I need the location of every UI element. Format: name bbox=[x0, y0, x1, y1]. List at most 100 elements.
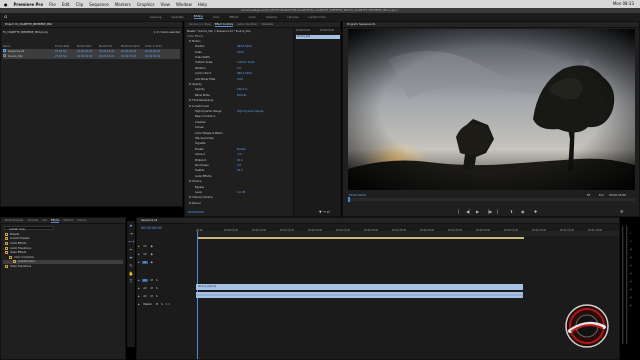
col-media-start[interactable]: Media Start bbox=[77, 45, 99, 48]
lock-icon[interactable]: 🔒︎ bbox=[138, 287, 139, 290]
mark-in-button[interactable]: ▕ bbox=[456, 209, 459, 214]
effect-row[interactable]: Basic Correction bbox=[187, 115, 290, 120]
effect-row[interactable]: fx Time Remapping bbox=[187, 98, 290, 103]
menubar-clock[interactable]: Mon 08:33 bbox=[613, 1, 634, 6]
solo-icon[interactable]: S bbox=[161, 303, 163, 306]
effect-row[interactable]: fx Volume bbox=[187, 179, 290, 184]
workspace-effects[interactable]: Effects bbox=[230, 16, 239, 19]
tab-effects[interactable]: Effects bbox=[50, 219, 60, 223]
effect-row[interactable]: Feather 50,0 bbox=[187, 169, 290, 174]
effect-row[interactable]: Bypass bbox=[187, 185, 290, 190]
video-clip[interactable]: Source_Clip [V] bbox=[196, 284, 523, 290]
workspace-color[interactable]: Color bbox=[213, 16, 220, 19]
mark-out-button[interactable]: ▏ bbox=[497, 209, 500, 214]
effect-row[interactable]: fx Opacity bbox=[187, 82, 290, 87]
effect-row-value[interactable]: Normal bbox=[237, 94, 246, 97]
tab-media-browser[interactable]: Media Browser bbox=[5, 219, 23, 222]
table-row[interactable]: Sequence 01 25,00 fps 00:00:00:00 00:00:… bbox=[3, 49, 180, 54]
track-header[interactable]: 🔒︎ V3 ◉ bbox=[138, 242, 196, 250]
effect-row-value[interactable]: 0,0 bbox=[237, 164, 241, 167]
track-header[interactable]: 🔒︎ Master M S 0,0 bbox=[138, 300, 196, 308]
track-name[interactable]: A1 bbox=[142, 278, 148, 282]
mini-clip[interactable]: Source_Clip bbox=[296, 35, 340, 39]
table-row[interactable]: Source_Clip 25,00 fps 00:00:00:00 00:00:… bbox=[3, 54, 180, 59]
effect-row[interactable]: fx Motion bbox=[187, 39, 290, 44]
lock-icon[interactable]: 🔒︎ bbox=[138, 279, 139, 282]
lock-icon[interactable]: 🔒︎ bbox=[138, 245, 139, 248]
track-select-tool-icon[interactable]: ⇥ bbox=[129, 231, 134, 236]
settings-wrench-icon[interactable]: ⚙ bbox=[620, 209, 624, 214]
tab-audio-clip-mixer[interactable]: Audio Clip Mixer bbox=[237, 23, 257, 26]
ripple-edit-tool-icon[interactable]: ⟷ bbox=[129, 239, 135, 244]
effect-controls-timecode[interactable]: 00:00:00:00 bbox=[188, 211, 204, 214]
track-header[interactable]: 🔒︎ A3 M S bbox=[138, 292, 196, 300]
effect-row[interactable]: Curves bbox=[187, 125, 290, 130]
program-video-frame[interactable] bbox=[348, 29, 635, 190]
track-name[interactable]: V2 bbox=[142, 253, 147, 256]
menu-view[interactable]: View bbox=[160, 2, 170, 7]
menu-edit[interactable]: Edit bbox=[62, 2, 70, 7]
workspace-learning[interactable]: Learning bbox=[150, 16, 161, 19]
effect-row-value[interactable]: 0,00 bbox=[237, 78, 243, 81]
menu-clip[interactable]: Clip bbox=[76, 2, 84, 7]
lock-icon[interactable]: 🔒︎ bbox=[138, 295, 139, 298]
effect-row-value[interactable]: 0,0 dB bbox=[237, 191, 245, 194]
tab-program[interactable]: Program: Sequence 01 bbox=[347, 23, 376, 26]
tab-sequence[interactable]: Sequence 01 bbox=[141, 219, 157, 222]
track-name[interactable]: Master bbox=[142, 303, 153, 306]
play-button[interactable]: ▶ bbox=[476, 209, 479, 214]
effect-row[interactable]: Scale 100,0 bbox=[187, 50, 290, 55]
eye-icon[interactable]: ◉ bbox=[151, 245, 153, 248]
track-name[interactable]: A2 bbox=[142, 287, 147, 290]
menu-window[interactable]: Window bbox=[176, 2, 192, 7]
effect-row[interactable]: Audio Effects bbox=[187, 174, 290, 179]
effect-row-value[interactable]: 0,0 bbox=[237, 67, 241, 70]
effect-row-value[interactable]: 100,0 bbox=[237, 51, 244, 54]
effect-row-value[interactable]: -3,0 bbox=[237, 153, 242, 156]
track-header[interactable]: 🔒︎ A2 M S bbox=[138, 284, 196, 292]
effect-row[interactable]: Uniform Scale Uniform Scale bbox=[187, 61, 290, 66]
effect-row-value[interactable]: Uniform Scale bbox=[237, 61, 254, 64]
menu-file[interactable]: File bbox=[49, 2, 56, 7]
effect-row-value[interactable]: 960,0 540,0 bbox=[237, 72, 252, 75]
step-forward-button[interactable]: ▕▶ bbox=[486, 209, 492, 214]
workspace-assembly[interactable]: Assembly bbox=[171, 16, 184, 19]
col-video-in[interactable]: Video In Point bbox=[145, 45, 162, 48]
type-tool-icon[interactable]: T bbox=[129, 279, 134, 284]
tab-libraries[interactable]: Libraries bbox=[27, 219, 38, 222]
solo-icon[interactable]: S bbox=[156, 279, 158, 282]
workspace-graphics[interactable]: Graphics bbox=[266, 16, 277, 19]
tab-project[interactable]: Project: FA_VIGNETTE_PREMIERE_PRO bbox=[5, 23, 52, 26]
mute-icon[interactable]: M bbox=[151, 295, 153, 298]
effect-row-value[interactable]: 960,0 540,0 bbox=[237, 45, 252, 48]
effect-row-value[interactable]: 100,0 % bbox=[237, 88, 247, 91]
effect-row[interactable]: Scale Width bbox=[187, 55, 290, 60]
track-header[interactable]: 🔒︎ A1 M S bbox=[138, 276, 196, 284]
workspace-editing[interactable]: Editing bbox=[193, 15, 203, 19]
export-frame-button[interactable]: ◉ bbox=[521, 209, 525, 214]
program-scrub-bar[interactable] bbox=[348, 197, 635, 202]
home-icon[interactable]: ⌂ bbox=[4, 14, 10, 20]
effect-row[interactable]: Anchor Point 960,0 540,0 bbox=[187, 71, 290, 76]
effect-row[interactable]: Amount -3,0 bbox=[187, 152, 290, 157]
program-playhead[interactable] bbox=[348, 197, 350, 202]
button-editor-icon[interactable]: ✚ bbox=[534, 209, 537, 214]
slip-tool-icon[interactable]: ⇹ bbox=[129, 255, 134, 260]
solo-icon[interactable]: S bbox=[156, 295, 158, 298]
effect-row[interactable]: fx Lumetri Color bbox=[187, 104, 290, 109]
track-header[interactable]: 🔒︎ V1 ◉ bbox=[138, 258, 196, 266]
effect-row[interactable]: fx Panner bbox=[187, 201, 290, 206]
track-name[interactable]: V3 bbox=[142, 245, 147, 248]
effect-row[interactable]: Color Wheels & Match bbox=[187, 131, 290, 136]
col-media-end[interactable]: Media End bbox=[99, 45, 121, 48]
filter-icon[interactable]: ▼ ⇥ ⇄ bbox=[319, 210, 330, 214]
program-fit-select[interactable]: Fit bbox=[587, 193, 590, 197]
audio-clip[interactable] bbox=[196, 292, 523, 298]
effect-row[interactable]: Position 960,0 540,0 bbox=[187, 44, 290, 49]
tab-metadata[interactable]: Metadata bbox=[261, 23, 273, 26]
effect-row[interactable]: Creative bbox=[187, 120, 290, 125]
tab-effect-controls[interactable]: Effect Controls bbox=[214, 23, 234, 27]
menu-graphics[interactable]: Graphics bbox=[137, 2, 155, 7]
timeline-timecode[interactable]: 00:00:00:00 bbox=[141, 226, 162, 230]
effect-row[interactable]: Opacity 100,0 % bbox=[187, 88, 290, 93]
